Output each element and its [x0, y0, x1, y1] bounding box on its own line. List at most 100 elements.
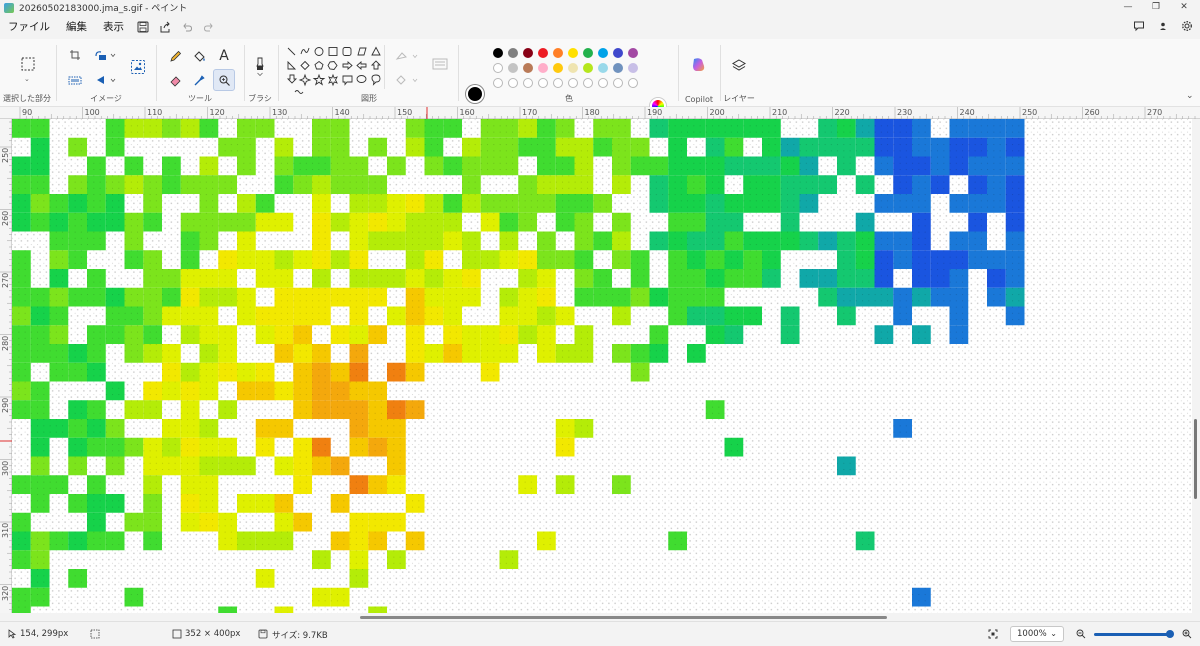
horizontal-scroll-thumb[interactable]	[360, 616, 887, 619]
custom-color-slot[interactable]	[538, 78, 548, 88]
custom-color-slot[interactable]	[628, 78, 638, 88]
collapse-ribbon-icon[interactable]: ⌄	[1186, 91, 1194, 101]
palette-color-swatch[interactable]	[613, 48, 623, 58]
layers-icon[interactable]	[728, 55, 750, 77]
shape-arrow-up-icon[interactable]	[370, 60, 382, 70]
magnifier-icon[interactable]	[213, 69, 235, 91]
ruler-label: 240	[959, 108, 975, 117]
shape-oval-icon[interactable]	[314, 47, 324, 56]
shape-rectangle-icon[interactable]	[328, 47, 338, 56]
palette-color-swatch[interactable]	[583, 48, 593, 58]
zoom-in-icon[interactable]	[1182, 629, 1192, 642]
shape-callout-cloud-icon[interactable]	[371, 74, 381, 86]
shape-right-triangle-icon[interactable]	[287, 60, 297, 70]
brush-icon[interactable]	[249, 51, 271, 81]
palette-color-swatch[interactable]	[628, 48, 638, 58]
shape-star-icon[interactable]	[312, 73, 326, 86]
minimize-button[interactable]: —	[1116, 0, 1140, 15]
menu-view[interactable]: 表示	[95, 15, 132, 39]
palette-color-swatch[interactable]	[553, 48, 563, 58]
palette-color-swatch[interactable]	[523, 48, 533, 58]
settings-gear-icon[interactable]	[1176, 15, 1198, 37]
shape-outline-icon[interactable]	[392, 45, 422, 67]
feedback-icon[interactable]	[1128, 15, 1150, 37]
flip-icon[interactable]	[90, 69, 120, 91]
custom-color-slot[interactable]	[553, 78, 563, 88]
share-icon[interactable]	[154, 16, 176, 38]
zoom-out-icon[interactable]	[1076, 629, 1086, 642]
custom-color-slot[interactable]	[598, 78, 608, 88]
shape-pentagon-icon[interactable]	[314, 60, 324, 70]
custom-color-slot[interactable]	[523, 78, 533, 88]
resize-icon[interactable]	[64, 69, 86, 91]
palette-color-swatch[interactable]	[598, 63, 608, 73]
shape-callout-rect-icon[interactable]	[342, 75, 353, 86]
shape-six-point-star-icon[interactable]	[328, 73, 338, 87]
palette-color-swatch[interactable]	[598, 48, 608, 58]
close-button[interactable]: ✕	[1172, 0, 1196, 15]
palette-color-swatch[interactable]	[628, 63, 638, 73]
fill-bucket-icon[interactable]	[188, 45, 210, 67]
palette-color-swatch[interactable]	[538, 48, 548, 58]
shape-callout-oval-icon[interactable]	[356, 75, 367, 83]
palette-color-swatch[interactable]	[508, 48, 518, 58]
menu-bar: ファイル 編集 表示	[0, 15, 1200, 39]
palette-color-swatch[interactable]	[508, 63, 518, 73]
shape-four-point-star-icon[interactable]	[298, 73, 312, 87]
shape-curve-icon[interactable]	[300, 47, 310, 55]
shape-arrow-left-icon[interactable]	[356, 61, 367, 70]
ruler-label: 160	[459, 108, 475, 117]
shape-arrow-down-icon[interactable]	[286, 74, 298, 84]
account-icon[interactable]	[1152, 15, 1174, 37]
zoom-level-dropdown[interactable]: 1000% ⌄	[1010, 626, 1064, 642]
horizontal-scrollbar[interactable]	[12, 613, 1192, 621]
zoom-slider-track[interactable]	[1094, 633, 1170, 636]
redo-icon[interactable]	[198, 16, 220, 38]
zoom-slider-thumb[interactable]	[1166, 630, 1174, 638]
palette-color-swatch[interactable]	[583, 63, 593, 73]
palette-color-swatch[interactable]	[553, 63, 563, 73]
vertical-scroll-thumb[interactable]	[1194, 419, 1197, 499]
crop-icon[interactable]	[64, 44, 86, 66]
shape-polygon-icon[interactable]	[357, 47, 367, 56]
vertical-scrollbar[interactable]	[1192, 119, 1200, 613]
text-tool-icon[interactable]: A	[213, 45, 235, 67]
ruler-label: 170	[522, 108, 538, 117]
primary-color-swatch[interactable]	[466, 85, 484, 103]
copilot-icon[interactable]	[688, 53, 710, 77]
palette-color-swatch[interactable]	[613, 63, 623, 73]
palette-color-swatch[interactable]	[568, 48, 578, 58]
palette-color-swatch[interactable]	[568, 63, 578, 73]
drawing-canvas[interactable]	[12, 119, 1192, 613]
palette-color-swatch[interactable]	[493, 63, 503, 73]
palette-color-swatch[interactable]	[493, 48, 503, 58]
undo-icon[interactable]	[176, 16, 198, 38]
custom-color-slot[interactable]	[493, 78, 503, 88]
shape-fill-icon[interactable]	[392, 69, 422, 91]
maximize-button[interactable]: ❐	[1144, 0, 1168, 15]
rotate-icon[interactable]	[90, 44, 120, 66]
shape-diamond-icon[interactable]	[300, 60, 310, 71]
custom-color-slot[interactable]	[613, 78, 623, 88]
eraser-icon[interactable]	[164, 69, 186, 91]
shape-line-icon[interactable]	[287, 47, 296, 56]
shape-hexagon-icon[interactable]	[327, 61, 338, 70]
color-picker-icon[interactable]	[188, 69, 210, 91]
save-icon[interactable]	[132, 16, 154, 38]
shape-rounded-rectangle-icon[interactable]	[342, 47, 352, 56]
custom-color-slot[interactable]	[568, 78, 578, 88]
image-remove-background-icon[interactable]	[126, 55, 150, 79]
menu-file[interactable]: ファイル	[0, 15, 58, 39]
chevron-down-icon[interactable]: ⌄	[24, 75, 30, 83]
select-rectangle-button[interactable]	[17, 51, 39, 77]
menu-edit[interactable]: 編集	[58, 15, 95, 39]
stroke-size-icon[interactable]	[428, 53, 452, 75]
palette-color-swatch[interactable]	[523, 63, 533, 73]
fit-to-window-icon[interactable]	[988, 629, 998, 642]
shape-triangle-icon[interactable]	[371, 46, 381, 56]
pencil-icon[interactable]	[164, 45, 186, 67]
custom-color-slot[interactable]	[583, 78, 593, 88]
custom-color-slot[interactable]	[508, 78, 518, 88]
shape-arrow-right-icon[interactable]	[342, 61, 353, 70]
palette-color-swatch[interactable]	[538, 63, 548, 73]
